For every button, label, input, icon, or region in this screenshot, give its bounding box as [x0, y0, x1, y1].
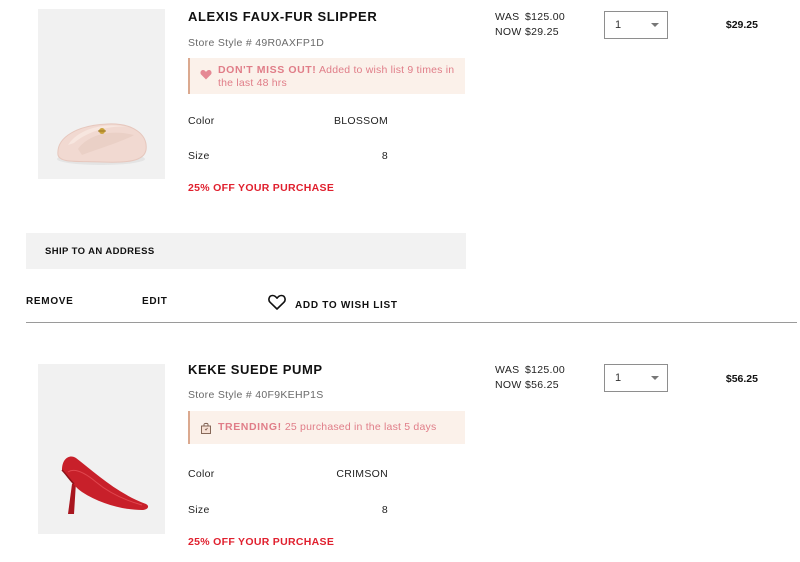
remove-button[interactable]: REMOVE	[26, 296, 74, 307]
was-price: $125.00	[525, 11, 566, 23]
discount-label: 25% OFF YOUR PURCHASE	[188, 536, 335, 548]
store-style-number: Store Style # 40F9KEHP1S	[188, 389, 324, 401]
edit-button[interactable]: EDIT	[142, 296, 168, 307]
cart-item-pump: KEKE SUEDE PUMP Store Style # 40F9KEHP1S…	[0, 352, 800, 562]
heart-icon	[200, 69, 212, 84]
trending-banner: TRENDING! 25 purchased in the last 5 day…	[188, 411, 465, 444]
size-value: 8	[381, 504, 388, 516]
now-label: NOW	[495, 26, 522, 38]
was-label: WAS	[495, 364, 520, 376]
product-name[interactable]: KEKE SUEDE PUMP	[188, 362, 323, 377]
was-price: $125.00	[525, 364, 566, 376]
item-actions: REMOVE EDIT ADD TO WISH LIST	[0, 290, 800, 322]
color-value: BLOSSOM	[333, 115, 388, 127]
line-total: $29.25	[725, 19, 758, 31]
cart-item-slipper: ALEXIS FAUX-FUR SLIPPER Store Style # 49…	[0, 0, 800, 230]
quantity-value: 1	[615, 19, 622, 31]
item-divider	[26, 322, 797, 323]
trending-bag-icon	[200, 422, 212, 438]
size-value: 8	[381, 150, 388, 162]
wishlist-urgency-banner: DON'T MISS OUT! Added to wish list 9 tim…	[188, 58, 465, 94]
now-label: NOW	[495, 379, 522, 391]
promo-lead: TRENDING!	[218, 421, 282, 433]
caret-down-icon	[651, 376, 659, 380]
line-total: $56.25	[725, 373, 758, 385]
heart-outline-icon	[268, 294, 286, 313]
product-name[interactable]: ALEXIS FAUX-FUR SLIPPER	[188, 9, 377, 24]
store-style-number: Store Style # 49R0AXFP1D	[188, 37, 325, 49]
quantity-select[interactable]: 1	[604, 364, 668, 392]
product-image-pump[interactable]	[38, 364, 165, 534]
quantity-value: 1	[615, 372, 622, 384]
size-label: Size	[188, 150, 210, 162]
promo-lead: DON'T MISS OUT!	[218, 64, 317, 76]
quantity-select[interactable]: 1	[604, 11, 668, 39]
color-label: Color	[188, 468, 215, 480]
ship-to-address-option[interactable]: SHIP TO AN ADDRESS	[26, 233, 466, 269]
now-price: $56.25	[525, 379, 559, 391]
size-label: Size	[188, 504, 210, 516]
caret-down-icon	[651, 23, 659, 27]
promo-text: 25 purchased in the last 5 days	[281, 421, 437, 433]
wish-list-label: ADD TO WISH LIST	[295, 300, 398, 311]
color-value: CRIMSON	[336, 468, 388, 480]
product-image-slipper[interactable]	[38, 9, 165, 179]
now-price: $29.25	[525, 26, 559, 38]
price-block: WAS $125.00 NOW $29.25	[495, 10, 565, 40]
was-label: WAS	[495, 11, 520, 23]
price-block: WAS $125.00 NOW $56.25	[495, 363, 565, 393]
color-label: Color	[188, 115, 215, 127]
discount-label: 25% OFF YOUR PURCHASE	[188, 182, 335, 194]
